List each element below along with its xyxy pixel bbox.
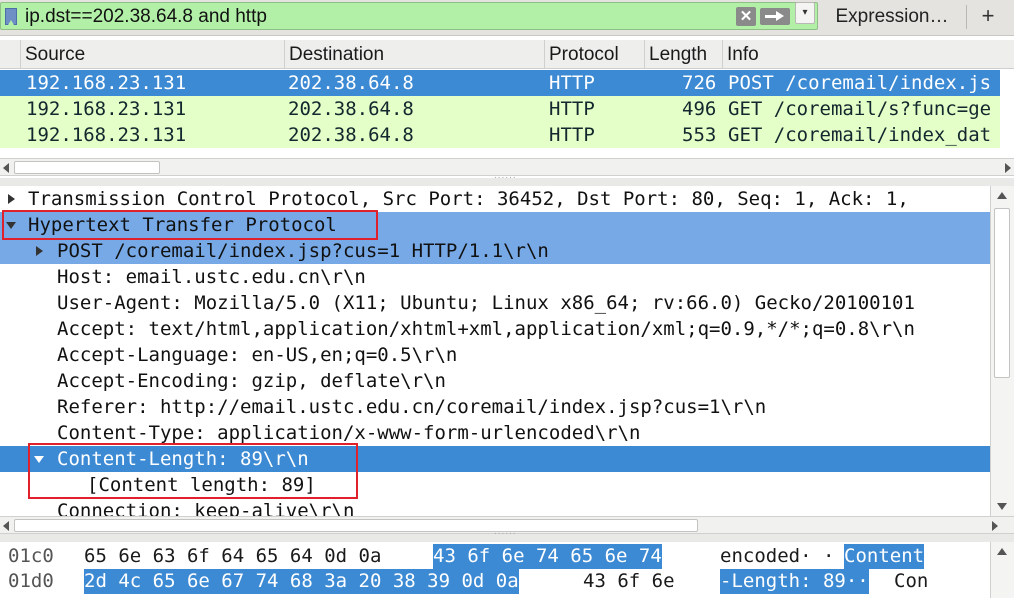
tree-item-connection[interactable]: Connection: keep-alive\r\n — [0, 498, 990, 516]
tree-item-label: Accept-Encoding: gzip, deflate\r\n — [57, 370, 446, 392]
bytes-hex-highlighted: 43 6f 6e 74 65 6e 74 — [433, 544, 662, 569]
scroll-left-icon[interactable] — [3, 521, 9, 531]
packet-details-tree: Transmission Control Protocol, Src Port:… — [0, 186, 1014, 516]
expand-arrow-icon[interactable] — [36, 246, 43, 256]
scroll-up-icon[interactable] — [997, 548, 1007, 555]
scrollbar-thumb[interactable] — [14, 161, 160, 174]
scroll-right-icon[interactable] — [992, 521, 998, 531]
packet-list-header: Source Destination Protocol Length Info — [0, 40, 1014, 69]
packet-list: Source Destination Protocol Length Info … — [0, 38, 1014, 178]
packet-bytes-vertical-scrollbar[interactable] — [990, 542, 1014, 598]
tree-item-user-agent[interactable]: User-Agent: Mozilla/5.0 (X11; Ubuntu; Li… — [0, 290, 990, 316]
scrollbar-thumb[interactable] — [994, 208, 1010, 378]
packet-source: 192.168.23.131 — [26, 72, 187, 94]
column-protocol-header[interactable]: Protocol — [544, 40, 644, 69]
column-length-header[interactable]: Length — [644, 40, 722, 69]
column-source-header[interactable]: Source — [20, 40, 284, 69]
tree-item-referer[interactable]: Referer: http://email.ustc.edu.cn/corema… — [0, 394, 990, 420]
toolbar-divider — [966, 5, 967, 29]
packet-length: 553 — [682, 124, 717, 146]
packet-bytes-pane: 01c0 65 6e 63 6f 64 65 64 0d 0a 43 6f 6e… — [0, 542, 1014, 598]
bytes-hex: 43 6f 6e — [583, 570, 675, 592]
column-destination-header[interactable]: Destination — [284, 40, 544, 69]
tree-item-host[interactable]: Host: email.ustc.edu.cn\r\n — [0, 264, 990, 290]
tree-item-tcp[interactable]: Transmission Control Protocol, Src Port:… — [0, 186, 990, 212]
packet-protocol: HTTP — [549, 124, 595, 146]
apply-filter-icon[interactable] — [760, 8, 790, 25]
bytes-ascii: encoded· · — [720, 545, 835, 567]
tree-item-label: POST /coremail/index.jsp?cus=1 HTTP/1.1\… — [57, 240, 549, 262]
tree-item-label: Connection: keep-alive\r\n — [57, 500, 355, 516]
packet-row[interactable]: 192.168.23.131 202.38.64.8 HTTP 553 GET … — [0, 122, 1000, 148]
packet-length: 496 — [682, 98, 717, 120]
scrollbar-thumb[interactable] — [14, 519, 698, 532]
packet-source: 192.168.23.131 — [26, 98, 187, 120]
tree-item-accept-encoding[interactable]: Accept-Encoding: gzip, deflate\r\n — [0, 368, 990, 394]
tree-item-accept[interactable]: Accept: text/html,application/xhtml+xml,… — [0, 316, 990, 342]
packet-length: 726 — [682, 72, 717, 94]
scroll-left-icon[interactable] — [3, 163, 9, 173]
pane-splitter-handle[interactable] — [0, 526, 1014, 542]
tree-item-label: Accept-Language: en-US,en;q=0.5\r\n — [57, 344, 458, 366]
packet-row-selected[interactable]: 192.168.23.131 202.38.64.8 HTTP 726 POST… — [0, 70, 1000, 96]
bytes-ascii-highlighted: -Length: 89·· — [720, 569, 869, 594]
pane-splitter-handle[interactable] — [0, 170, 1014, 186]
column-info-header[interactable]: Info — [722, 40, 1014, 69]
bytes-offset: 01d0 — [8, 570, 54, 592]
packet-details-vertical-scrollbar[interactable] — [990, 186, 1014, 516]
tree-item-label: Transmission Control Protocol, Src Port:… — [28, 188, 909, 210]
tree-item-accept-language[interactable]: Accept-Language: en-US,en;q=0.5\r\n — [0, 342, 990, 368]
packet-destination: 202.38.64.8 — [288, 72, 414, 94]
bytes-offset: 01c0 — [8, 545, 54, 567]
bytes-hex: 65 6e 63 6f 64 65 64 0d 0a — [84, 545, 382, 567]
tree-item-label: User-Agent: Mozilla/5.0 (X11; Ubuntu; Li… — [57, 292, 915, 314]
bytes-ascii-highlighted: Content — [844, 544, 925, 569]
annotation-box-content-length — [28, 443, 358, 499]
packet-info: GET /coremail/index_dat — [728, 124, 992, 146]
packet-protocol: HTTP — [549, 98, 595, 120]
scroll-up-icon[interactable] — [997, 192, 1007, 199]
packet-destination: 202.38.64.8 — [288, 98, 414, 120]
packet-protocol: HTTP — [549, 72, 595, 94]
packet-info: GET /coremail/s?func=ge — [728, 98, 992, 120]
expression-button[interactable]: Expression… — [820, 3, 964, 31]
packet-source: 192.168.23.131 — [26, 124, 187, 146]
tree-item-label: Host: email.ustc.edu.cn\r\n — [57, 266, 366, 288]
expand-arrow-icon[interactable] — [8, 194, 15, 204]
display-filter-value[interactable]: ip.dst==202.38.64.8 and http — [25, 6, 267, 28]
filter-history-dropdown-icon[interactable]: ▾ — [795, 2, 815, 24]
tree-item-request-line[interactable]: POST /coremail/index.jsp?cus=1 HTTP/1.1\… — [0, 238, 990, 264]
bytes-hex-highlighted: 2d 4c 65 6e 67 74 68 3a 20 38 39 0d 0a — [84, 569, 519, 594]
bytes-ascii: Con — [894, 570, 929, 592]
tree-item-label: Accept: text/html,application/xhtml+xml,… — [57, 318, 915, 340]
bookmark-icon[interactable] — [5, 8, 17, 25]
packet-destination: 202.38.64.8 — [288, 124, 414, 146]
display-filter-input[interactable]: ip.dst==202.38.64.8 and http ✕ — [0, 2, 818, 30]
packet-info: POST /coremail/index.js — [728, 72, 992, 94]
clear-filter-icon[interactable]: ✕ — [736, 7, 756, 26]
tree-item-label: Referer: http://email.ustc.edu.cn/corema… — [57, 396, 767, 418]
scroll-down-icon[interactable] — [997, 503, 1007, 510]
annotation-box-http — [2, 210, 378, 240]
scroll-right-icon[interactable] — [1005, 163, 1011, 173]
packet-row[interactable]: 192.168.23.131 202.38.64.8 HTTP 496 GET … — [0, 96, 1000, 122]
display-filter-toolbar: ip.dst==202.38.64.8 and http ✕ ▾ Express… — [0, 0, 1014, 36]
add-filter-button[interactable]: + — [975, 2, 1001, 30]
